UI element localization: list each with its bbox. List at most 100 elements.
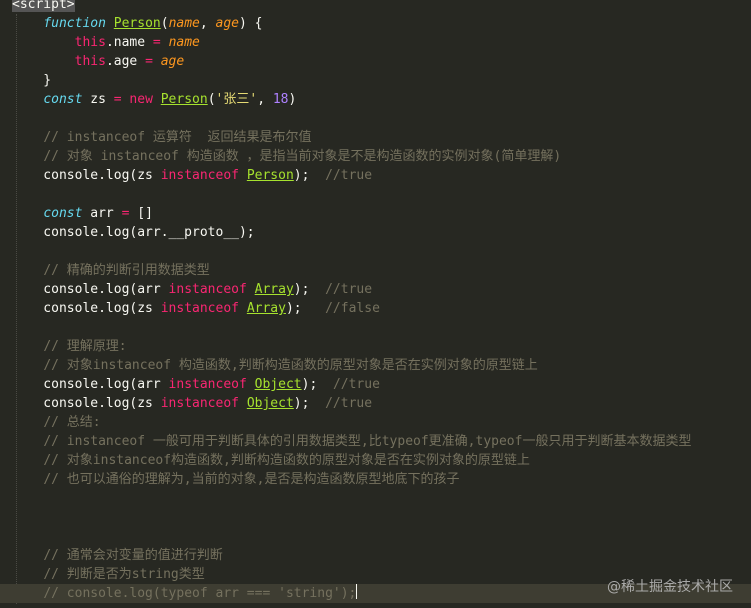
- code-token: //false: [325, 301, 380, 316]
- code-token: );: [293, 168, 326, 183]
- code-line[interactable]: console.log(zs instanceof Array); //fals…: [0, 299, 380, 318]
- code-token: // 精确的判断引用数据类型: [43, 263, 210, 278]
- code-token: const: [43, 206, 83, 221]
- code-token: // 判断是否为string类型: [43, 567, 205, 582]
- watermark: @稀土掘金技术社区: [607, 579, 733, 595]
- code-token: =: [113, 92, 122, 107]
- code-token: //true: [325, 396, 373, 411]
- code-token: instanceof: [168, 282, 247, 297]
- code-token: name: [168, 16, 200, 31]
- code-token: );: [293, 396, 326, 411]
- code-token: =: [145, 54, 153, 69]
- code-line[interactable]: // 判断是否为string类型: [0, 565, 205, 584]
- code-line[interactable]: // 理解原理:: [0, 337, 126, 356]
- code-token: );: [285, 301, 326, 316]
- code-line[interactable]: [0, 318, 12, 337]
- code-line[interactable]: // 对象instanceof 构造函数,判断构造函数的原型对象是否在实例对象的…: [0, 356, 537, 375]
- code-token: Person: [160, 92, 208, 107]
- code-token: ,: [257, 92, 273, 107]
- code-line[interactable]: // instanceof 运算符 返回结果是布尔值: [0, 128, 311, 147]
- code-line[interactable]: // instanceof 一般可用于判断具体的引用数据类型,比typeof更准…: [0, 432, 691, 451]
- code-token: // instanceof 一般可用于判断具体的引用数据类型,比typeof更准…: [43, 434, 692, 449]
- code-token: ,: [199, 16, 216, 31]
- code-token: zs: [82, 92, 114, 107]
- code-token: this: [74, 35, 106, 50]
- code-token: this: [74, 54, 106, 69]
- code-token: arr: [82, 206, 122, 221]
- code-line[interactable]: [0, 109, 12, 128]
- code-line[interactable]: console.log(zs instanceof Object); //tru…: [0, 394, 372, 413]
- code-line[interactable]: console.log(arr instanceof Object); //tr…: [0, 375, 380, 394]
- code-token: =: [152, 35, 161, 50]
- code-token: //true: [325, 282, 373, 297]
- code-token: (: [160, 16, 169, 31]
- code-token: ) {: [239, 16, 263, 31]
- code-token: age: [215, 16, 240, 31]
- code-token: instanceof: [168, 377, 247, 392]
- code-line[interactable]: [0, 508, 12, 527]
- code-token: // 通常会对变量的值进行判断: [43, 548, 223, 563]
- code-editor[interactable]: <script> function Person(name, age) { th…: [0, 0, 751, 608]
- code-token: Object: [254, 377, 302, 392]
- code-token: //true: [332, 377, 380, 392]
- code-line[interactable]: }: [0, 71, 51, 90]
- code-token: instanceof: [160, 168, 239, 183]
- code-line[interactable]: [0, 527, 12, 546]
- code-token: ): [288, 92, 297, 107]
- code-token: Person: [246, 168, 294, 183]
- code-line[interactable]: // 对象 instanceof 构造函数 ，是指当前对象是不是构造函数的实例对…: [0, 147, 561, 166]
- code-token: console.log(arr.__proto__);: [12, 225, 255, 240]
- code-token: (: [207, 92, 216, 107]
- code-line[interactable]: <script>: [0, 0, 75, 14]
- code-token: // 对象instanceof构造函数,判断构造函数的原型对象是否在实例对象的原…: [43, 453, 530, 468]
- code-line[interactable]: [0, 185, 12, 204]
- text-cursor: [356, 584, 358, 599]
- code-line[interactable]: const zs = new Person('张三', 18): [0, 90, 296, 109]
- code-line[interactable]: // 也可以通俗的理解为,当前的对象,是否是构造函数原型地底下的孩子: [0, 470, 459, 489]
- code-token: Person: [113, 16, 161, 31]
- code-line[interactable]: // 总结:: [0, 413, 100, 432]
- code-token: .age: [105, 54, 146, 69]
- code-token: );: [293, 282, 326, 297]
- code-line[interactable]: console.log(arr instanceof Array); //tru…: [0, 280, 372, 299]
- code-token: '张三': [215, 92, 258, 107]
- code-token: console.log(zs: [12, 168, 161, 183]
- code-line[interactable]: const arr = []: [0, 204, 153, 223]
- code-line[interactable]: [0, 242, 12, 261]
- code-line[interactable]: console.log(arr.__proto__);: [0, 223, 255, 242]
- code-line[interactable]: // 精确的判断引用数据类型: [0, 261, 210, 280]
- code-line[interactable]: // 通常会对变量的值进行判断: [0, 546, 223, 565]
- code-token: console.log(zs: [12, 301, 161, 316]
- code-token: function: [43, 16, 106, 31]
- code-token: 18: [272, 92, 289, 107]
- code-line[interactable]: function Person(name, age) {: [0, 14, 263, 33]
- code-token: .name: [105, 35, 153, 50]
- code-line[interactable]: this.age = age: [0, 52, 185, 71]
- code-token: name: [168, 35, 200, 50]
- code-line[interactable]: // 对象instanceof构造函数,判断构造函数的原型对象是否在实例对象的原…: [0, 451, 530, 470]
- code-line[interactable]: console.log(zs instanceof Person); //tru…: [0, 166, 372, 185]
- code-token: console.log(arr: [12, 377, 169, 392]
- code-token: Object: [246, 396, 294, 411]
- code-line[interactable]: [0, 489, 12, 508]
- code-token: age: [160, 54, 185, 69]
- code-line[interactable]: this.name = name: [0, 33, 200, 52]
- code-token: new: [129, 92, 153, 107]
